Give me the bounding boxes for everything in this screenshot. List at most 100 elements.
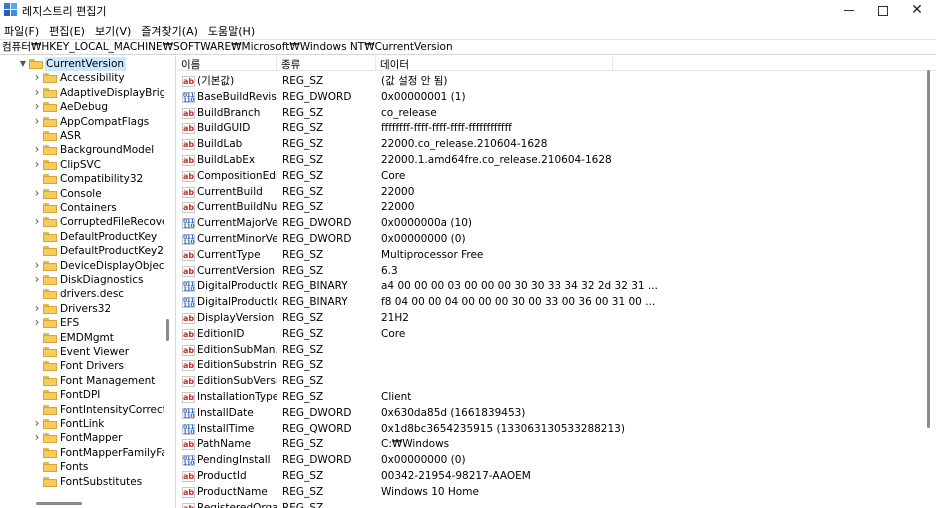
value-row[interactable]: ab BuildGUID REG_SZ ffffffff-ffff-ffff-ffff…: [177, 121, 917, 137]
tree-item[interactable]: › Console: [0, 187, 164, 201]
value-row[interactable]: ab EditionSubstring REG_SZ: [177, 358, 917, 374]
menu-favorites[interactable]: 즐겨찾기(A): [136, 21, 203, 39]
value-row[interactable]: ab EditionSubMan... REG_SZ: [177, 343, 917, 359]
menu-view[interactable]: 보기(V): [90, 21, 136, 39]
tree-item[interactable]: ASR: [0, 129, 164, 143]
chevron-right-icon[interactable]: ›: [33, 86, 41, 99]
maximize-button[interactable]: [866, 0, 900, 20]
tree-item[interactable]: DefaultProductKey: [0, 230, 164, 244]
chevron-right-icon[interactable]: ›: [33, 158, 41, 171]
tree-item[interactable]: Fonts: [0, 460, 164, 474]
value-row[interactable]: 011 110 InstallDate REG_DWORD 0x630da85d (16…: [177, 406, 917, 422]
tree-item-label: FontDPI: [60, 389, 101, 402]
chevron-right-icon[interactable]: ›: [33, 431, 41, 444]
tree-item[interactable]: Containers: [0, 201, 164, 215]
chevron-right-icon[interactable]: ›: [33, 143, 41, 156]
value-row[interactable]: ab CurrentVersion REG_SZ 6.3: [177, 264, 917, 280]
tree-item[interactable]: › Drivers32: [0, 302, 164, 316]
column-header-type[interactable]: 종류: [277, 57, 376, 71]
chevron-right-icon[interactable]: ›: [33, 71, 41, 84]
chevron-right-icon[interactable]: ›: [33, 259, 41, 272]
tree-item[interactable]: EMDMgmt: [0, 331, 164, 345]
tree-item[interactable]: › AppCompatFlags: [0, 115, 164, 129]
chevron-right-icon[interactable]: ›: [33, 302, 41, 315]
column-header-data[interactable]: 데이터: [376, 57, 613, 71]
string-value-icon: ab: [182, 186, 195, 198]
value-row[interactable]: ab ProductId REG_SZ 00342-21954-98217-AAOEM: [177, 469, 917, 485]
address-bar[interactable]: 컴퓨터₩HKEY_LOCAL_MACHINE₩SOFTWARE₩Microsof…: [0, 39, 936, 55]
tree-item[interactable]: Event Viewer: [0, 345, 164, 359]
value-row[interactable]: 011110CurrentMajorVe... REG_DWORD 0x000000…: [177, 216, 917, 232]
value-row[interactable]: ab BuildLab REG_SZ 22000.co_release.210604-…: [177, 137, 917, 153]
tree-item[interactable]: › FontLink: [0, 417, 164, 431]
tree-item[interactable]: › FontMapper: [0, 431, 164, 445]
value-row[interactable]: ab (기본값) REG_SZ (값 설정 안 됨): [177, 74, 917, 90]
chevron-right-icon[interactable]: ›: [33, 215, 41, 228]
close-button[interactable]: ✕: [900, 0, 934, 20]
chevron-right-icon[interactable]: ›: [33, 417, 41, 430]
chevron-right-icon[interactable]: ›: [33, 115, 41, 128]
tree-item-label: ASR: [60, 130, 82, 142]
chevron-down-icon[interactable]: ▼: [19, 57, 27, 71]
tree-item[interactable]: › CorruptedFileRecovery: [0, 215, 164, 229]
value-row[interactable]: ab EditionID REG_SZ Core: [177, 327, 917, 343]
menu-file[interactable]: 파일(F): [0, 21, 44, 39]
tree-item[interactable]: FontSubstitutes: [0, 475, 164, 489]
value-row[interactable]: ab CurrentBuild REG_SZ 22000: [177, 185, 917, 201]
folder-icon: [43, 390, 57, 401]
tree-item[interactable]: › AeDebug: [0, 100, 164, 114]
close-icon: ✕: [911, 2, 923, 18]
value-row[interactable]: ab ProductName REG_SZ Windows 10 Home: [177, 485, 917, 501]
value-row[interactable]: ab CurrentType REG_SZ Multiprocessor Free: [177, 248, 917, 264]
folder-icon: [43, 347, 57, 357]
value-row[interactable]: 011 110 PendingInstall REG_DWORD 0x00000000 …: [177, 453, 917, 469]
tree-item[interactable]: FontIntensityCorrection: [0, 403, 164, 417]
values-scrollbar[interactable]: [927, 70, 930, 428]
value-row[interactable]: abRegisteredOrga... REG_SZ: [177, 501, 917, 508]
tree-item[interactable]: › AdaptiveDisplayBrightn: [0, 86, 164, 100]
tree-item[interactable]: › BackgroundModel: [0, 143, 164, 157]
string-value-icon: ab: [182, 123, 195, 135]
value-row[interactable]: abEditionSubVersi... REG_SZ: [177, 374, 917, 390]
tree-item[interactable]: FontMapperFamilyFallb: [0, 446, 164, 460]
tree-item[interactable]: › DeviceDisplayObjects: [0, 259, 164, 273]
tree-item[interactable]: Compatibility32: [0, 172, 164, 186]
folder-icon: [43, 116, 57, 127]
column-header-name[interactable]: 이름: [177, 57, 277, 71]
menu-edit[interactable]: 편집(E): [44, 21, 90, 39]
value-row[interactable]: abCompositionEdit... REG_SZ Core: [177, 169, 917, 185]
chevron-right-icon[interactable]: ›: [33, 316, 41, 329]
tree-item[interactable]: Font Management: [0, 374, 164, 388]
value-type: REG_SZ: [282, 312, 324, 324]
chevron-right-icon[interactable]: ›: [33, 100, 41, 113]
tree-item[interactable]: Font Drivers: [0, 359, 164, 373]
value-name: CurrentBuild: [197, 185, 263, 198]
chevron-right-icon[interactable]: ›: [33, 187, 41, 200]
menu-help[interactable]: 도움말(H): [203, 21, 260, 39]
chevron-right-icon[interactable]: ›: [33, 273, 41, 286]
tree-item[interactable]: › DiskDiagnostics: [0, 273, 164, 287]
tree-item[interactable]: FontDPI: [0, 388, 164, 402]
value-row[interactable]: 011110DigitalProductId4 REG_BINARY f8 04 0…: [177, 295, 917, 311]
value-row[interactable]: abCurrentBuildNu... REG_SZ 22000: [177, 200, 917, 216]
value-row[interactable]: ab DisplayVersion REG_SZ 21H2: [177, 311, 917, 327]
tree-item[interactable]: drivers.desc: [0, 287, 164, 301]
value-row[interactable]: 011 110 InstallTime REG_QWORD 0x1d8bc3654235…: [177, 422, 917, 438]
tree-item[interactable]: › EFS: [0, 316, 164, 330]
minimize-button[interactable]: [832, 0, 866, 20]
folder-icon: [43, 159, 57, 170]
tree-item-selected[interactable]: ▼ CurrentVersion: [0, 57, 164, 71]
value-row[interactable]: ab PathName REG_SZ C:₩Windows: [177, 437, 917, 453]
value-row[interactable]: 011110BaseBuildRevisio... REG_DWORD 0x0000…: [177, 90, 917, 106]
tree-item[interactable]: › Accessibility: [0, 71, 164, 85]
value-row[interactable]: ab BuildBranch REG_SZ co_release: [177, 106, 917, 122]
value-row[interactable]: ab BuildLabEx REG_SZ 22000.1.amd64fre.co_re…: [177, 153, 917, 169]
value-row[interactable]: 011110CurrentMinorVe... REG_DWORD 0x000000…: [177, 232, 917, 248]
tree-scrollbar-vertical[interactable]: [166, 319, 169, 341]
tree-item[interactable]: DefaultProductKey2: [0, 244, 164, 258]
tree-scrollbar-horizontal[interactable]: [36, 502, 82, 505]
value-row[interactable]: ab InstallationType REG_SZ Client: [177, 390, 917, 406]
value-name: CurrentMinorVe...: [197, 233, 277, 245]
value-row[interactable]: 011 110 DigitalProductId REG_BINARY a4 00 00…: [177, 279, 917, 295]
tree-item[interactable]: › ClipSVC: [0, 158, 164, 172]
